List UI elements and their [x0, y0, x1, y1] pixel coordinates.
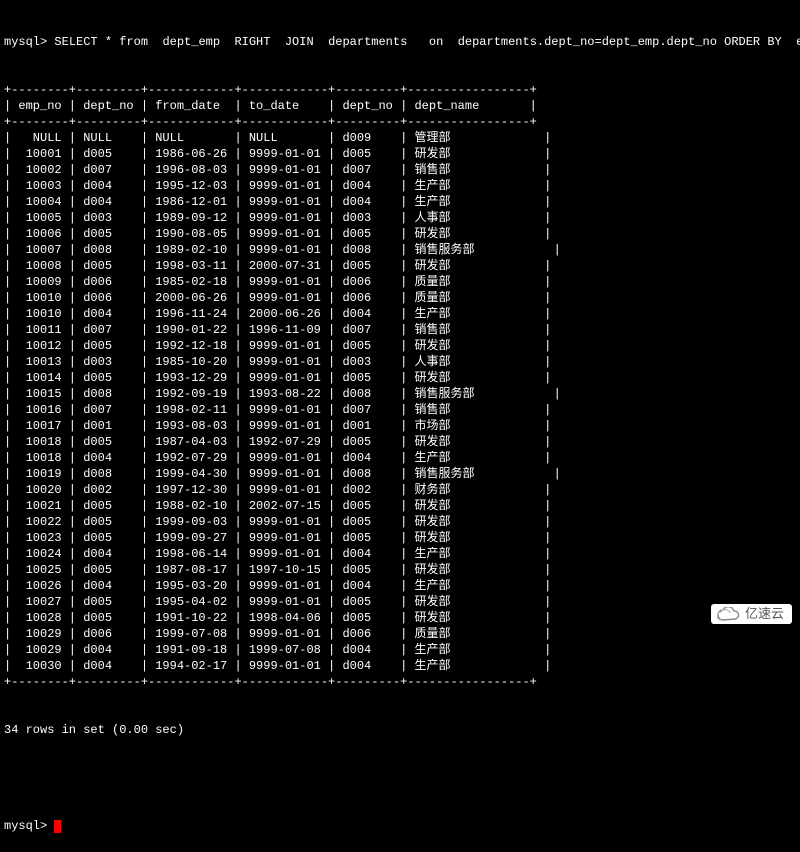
table-row: | 10011 | d007 | 1990-01-22 | 1996-11-09… — [4, 322, 796, 338]
watermark: 亿速云 — [711, 604, 792, 624]
table-row: | 10012 | d005 | 1992-12-18 | 9999-01-01… — [4, 338, 796, 354]
table-border: +--------+---------+------------+-------… — [4, 82, 796, 98]
table-border: +--------+---------+------------+-------… — [4, 674, 796, 690]
table-row: | 10022 | d005 | 1999-09-03 | 9999-01-01… — [4, 514, 796, 530]
status-line: 34 rows in set (0.00 sec) — [4, 722, 796, 738]
table-row: | 10021 | d005 | 1988-02-10 | 2002-07-15… — [4, 498, 796, 514]
table-row: | 10023 | d005 | 1999-09-27 | 9999-01-01… — [4, 530, 796, 546]
table-row: | 10029 | d004 | 1991-09-18 | 1999-07-08… — [4, 642, 796, 658]
table-row: | 10026 | d004 | 1995-03-20 | 9999-01-01… — [4, 578, 796, 594]
table-row: | 10024 | d004 | 1998-06-14 | 9999-01-01… — [4, 546, 796, 562]
prompt-prefix: mysql> — [4, 819, 54, 833]
table-row: | 10015 | d008 | 1992-09-19 | 1993-08-22… — [4, 386, 796, 402]
table-row: | 10013 | d003 | 1985-10-20 | 9999-01-01… — [4, 354, 796, 370]
table-row: | 10018 | d004 | 1992-07-29 | 9999-01-01… — [4, 450, 796, 466]
table-row: | 10007 | d008 | 1989-02-10 | 9999-01-01… — [4, 242, 796, 258]
table-row: | 10004 | d004 | 1986-12-01 | 9999-01-01… — [4, 194, 796, 210]
table-row: | 10025 | d005 | 1987-08-17 | 1997-10-15… — [4, 562, 796, 578]
sql-query: SELECT * from dept_emp RIGHT JOIN depart… — [54, 35, 800, 49]
table-row: | 10019 | d008 | 1999-04-30 | 9999-01-01… — [4, 466, 796, 482]
table-row: | 10009 | d006 | 1985-02-18 | 9999-01-01… — [4, 274, 796, 290]
table-row: | 10005 | d003 | 1989-09-12 | 9999-01-01… — [4, 210, 796, 226]
table-row: | 10020 | d002 | 1997-12-30 | 9999-01-01… — [4, 482, 796, 498]
cloud-icon — [717, 607, 741, 621]
table-row: | 10001 | d005 | 1986-06-26 | 9999-01-01… — [4, 146, 796, 162]
table-row: | NULL | NULL | NULL | NULL | d009 | 管理部… — [4, 130, 796, 146]
cursor — [54, 820, 61, 833]
blank-line — [4, 770, 796, 786]
result-table: +--------+---------+------------+-------… — [4, 82, 796, 690]
sql-prompt-line: mysql> SELECT * from dept_emp RIGHT JOIN… — [4, 34, 796, 50]
table-row: | 10017 | d001 | 1993-08-03 | 9999-01-01… — [4, 418, 796, 434]
table-header: | emp_no | dept_no | from_date | to_date… — [4, 98, 796, 114]
table-row: | 10003 | d004 | 1995-12-03 | 9999-01-01… — [4, 178, 796, 194]
table-row: | 10018 | d005 | 1987-04-03 | 1992-07-29… — [4, 434, 796, 450]
table-border: +--------+---------+------------+-------… — [4, 114, 796, 130]
table-row: | 10029 | d006 | 1999-07-08 | 9999-01-01… — [4, 626, 796, 642]
table-row: | 10010 | d004 | 1996-11-24 | 2000-06-26… — [4, 306, 796, 322]
table-row: | 10002 | d007 | 1996-08-03 | 9999-01-01… — [4, 162, 796, 178]
table-row: | 10010 | d006 | 2000-06-26 | 9999-01-01… — [4, 290, 796, 306]
table-row: | 10027 | d005 | 1995-04-02 | 9999-01-01… — [4, 594, 796, 610]
prompt-prefix: mysql> — [4, 35, 54, 49]
terminal-output: mysql> SELECT * from dept_emp RIGHT JOIN… — [0, 0, 800, 852]
table-row: | 10006 | d005 | 1990-08-05 | 9999-01-01… — [4, 226, 796, 242]
final-prompt-line[interactable]: mysql> — [4, 818, 796, 834]
table-row: | 10014 | d005 | 1993-12-29 | 9999-01-01… — [4, 370, 796, 386]
table-row: | 10028 | d005 | 1991-10-22 | 1998-04-06… — [4, 610, 796, 626]
table-row: | 10016 | d007 | 1998-02-11 | 9999-01-01… — [4, 402, 796, 418]
watermark-text: 亿速云 — [745, 606, 784, 622]
table-row: | 10008 | d005 | 1998-03-11 | 2000-07-31… — [4, 258, 796, 274]
table-row: | 10030 | d004 | 1994-02-17 | 9999-01-01… — [4, 658, 796, 674]
